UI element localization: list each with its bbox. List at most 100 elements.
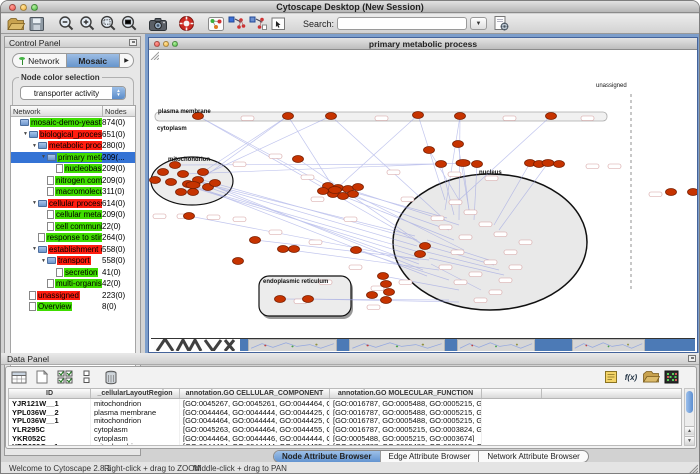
table-cell[interactable]: [GO:0016787, GO:0005488, GO:0005215, G..… bbox=[330, 416, 482, 425]
table-row[interactable]: YPL036W__2plasma membrane[GO:0044464, GO… bbox=[9, 408, 681, 417]
table-cell[interactable]: [GO:0016787, GO:0005215, GO:0003824, G..… bbox=[330, 425, 482, 434]
network-canvas[interactable]: plasma membranecytoplasmmitochondrionnuc… bbox=[149, 50, 697, 351]
tab-network-attribute-browser[interactable]: Network Attribute Browser bbox=[479, 451, 587, 462]
delete-attribute-icon[interactable] bbox=[102, 369, 120, 385]
tree-row[interactable]: response to stimulu264(0) bbox=[11, 232, 135, 244]
column-header[interactable]: ID bbox=[9, 389, 91, 398]
window-resize-grip[interactable] bbox=[687, 463, 698, 474]
tab-mosaic[interactable]: Mosaic bbox=[67, 54, 121, 67]
table-cell[interactable]: mitochondrion bbox=[91, 399, 180, 408]
table-scrollbar-thumb[interactable] bbox=[686, 391, 693, 413]
table-row[interactable]: YJR121W__1mitochondrion[GO:0045267, GO:0… bbox=[9, 399, 681, 408]
search-options-icon[interactable] bbox=[490, 15, 511, 33]
tree-row[interactable]: cellular metabo209(0) bbox=[11, 209, 135, 221]
tab-network[interactable]: Network bbox=[13, 54, 67, 67]
save-session-icon[interactable] bbox=[26, 15, 47, 33]
column-header[interactable]: annotation.GO CELLULAR_COMPONENT bbox=[180, 389, 330, 398]
view-resize-grip[interactable] bbox=[149, 50, 159, 60]
tree-row[interactable]: nucleobase-209(0) bbox=[11, 163, 135, 175]
search-input[interactable] bbox=[337, 17, 467, 30]
table-cell[interactable]: [GO:0045267, GO:0045261, GO:0044464, G..… bbox=[180, 399, 330, 408]
tree-row[interactable]: cell communicat22(0) bbox=[11, 221, 135, 233]
attribute-matrix-icon[interactable] bbox=[662, 369, 680, 385]
table-cell[interactable]: cytoplasm bbox=[91, 425, 180, 434]
table-cell[interactable]: [GO:0045263, GO:0044464, GO:0044455, G..… bbox=[180, 425, 330, 434]
zoom-out-icon[interactable] bbox=[55, 15, 76, 33]
tree-row[interactable]: unassigned223(0) bbox=[11, 290, 135, 302]
help-ring-icon[interactable] bbox=[176, 15, 197, 33]
table-cell[interactable]: YPL036W__2 bbox=[9, 408, 91, 417]
tree-row[interactable]: nitrogen compo209(0) bbox=[11, 175, 135, 187]
expander-icon[interactable]: ▼ bbox=[31, 246, 38, 252]
tree-row[interactable]: ▼cellular process614(0) bbox=[11, 198, 135, 210]
duplicate-network-icon[interactable] bbox=[247, 15, 268, 33]
tree-row[interactable]: ▼primary metabo209(... bbox=[11, 152, 135, 164]
table-cell[interactable]: [GO:0016787, GO:0005488, GO:0005215, G..… bbox=[330, 442, 482, 446]
tab-node-attribute-browser[interactable]: Node Attribute Browser bbox=[274, 451, 381, 462]
tree-row[interactable]: ▼establishment of lo558(0) bbox=[11, 244, 135, 256]
table-cell[interactable]: [GO:0016787, GO:0005488, GO:0005215, G..… bbox=[330, 399, 482, 408]
zoom-fit-icon[interactable] bbox=[118, 15, 139, 33]
tree-header[interactable]: Network Nodes bbox=[11, 106, 135, 117]
zoom-selected-region-icon[interactable] bbox=[97, 15, 118, 33]
table-cell[interactable]: [GO:0005488, GO:0005215, GO:0003674] bbox=[330, 434, 482, 443]
tree-row[interactable]: Overview8(0) bbox=[11, 301, 135, 313]
expander-icon[interactable]: ▼ bbox=[31, 200, 38, 206]
scroll-down-button[interactable]: ▼ bbox=[685, 436, 694, 445]
attribute-table-header[interactable]: ID_cellularLayoutRegionannotation.GO CEL… bbox=[9, 389, 681, 399]
tab-overflow-button[interactable]: ▶ bbox=[120, 54, 133, 67]
unselect-attributes-icon[interactable] bbox=[79, 369, 97, 385]
table-row[interactable]: YLR295Ccytoplasm[GO:0045263, GO:0044464,… bbox=[9, 425, 681, 434]
table-row[interactable]: YDR039C__1mitochondrion[GO:0044464, GO:0… bbox=[9, 442, 681, 446]
node-color-dropdown[interactable]: transporter activity ▲▼ bbox=[20, 86, 126, 100]
tree-row[interactable]: ▼biological_process651(0) bbox=[11, 129, 135, 141]
scroll-up-button[interactable]: ▲ bbox=[685, 426, 694, 435]
table-cell[interactable]: [GO:0044464, GO:0044444, GO:0044425, G..… bbox=[180, 416, 330, 425]
expander-icon[interactable]: ▼ bbox=[31, 143, 38, 149]
table-cell[interactable]: [GO:0044464, GO:0044444, GO:0044425, G..… bbox=[180, 408, 330, 417]
tree-row[interactable]: ▼metabolic process280(0) bbox=[11, 140, 135, 152]
tab-edge-attribute-browser[interactable]: Edge Attribute Browser bbox=[381, 451, 480, 462]
select-all-attributes-icon[interactable] bbox=[56, 369, 74, 385]
expander-icon[interactable]: ▼ bbox=[22, 131, 29, 137]
snapshot-camera-icon[interactable] bbox=[147, 15, 168, 33]
tree-row[interactable]: macromolecule311(0) bbox=[11, 186, 135, 198]
import-attributes-icon[interactable] bbox=[642, 369, 660, 385]
open-file-icon[interactable] bbox=[5, 15, 26, 33]
tree-row[interactable]: mosaic-demo-yeast874(0) bbox=[11, 117, 135, 129]
network-window-titlebar[interactable]: primary metabolic process bbox=[149, 38, 697, 50]
attribute-notes-icon[interactable] bbox=[602, 369, 620, 385]
column-header[interactable]: _cellularLayoutRegion bbox=[91, 389, 180, 398]
expander-icon[interactable]: ▼ bbox=[40, 154, 47, 160]
table-cell[interactable]: cytoplasm bbox=[91, 434, 180, 443]
tree-row[interactable]: ▼transport558(0) bbox=[11, 255, 135, 267]
table-cell[interactable]: [GO:0044464, GO:0044444, GO:0044425, G..… bbox=[180, 442, 330, 446]
attribute-table-icon[interactable] bbox=[10, 369, 28, 385]
float-panel-icon[interactable] bbox=[129, 39, 137, 46]
create-network-icon[interactable] bbox=[205, 15, 226, 33]
table-cell[interactable]: YDR039C__1 bbox=[9, 442, 91, 446]
tree-row[interactable]: secretion41(0) bbox=[11, 267, 135, 279]
table-cell[interactable]: [GO:0044464, GO:0044446, GO:0044444, G..… bbox=[180, 434, 330, 443]
expander-icon[interactable]: ▼ bbox=[40, 258, 47, 264]
function-builder-icon[interactable]: f(x) bbox=[622, 369, 640, 385]
table-cell[interactable]: plasma membrane bbox=[91, 408, 180, 417]
window-titlebar[interactable]: Cytoscape Desktop (New Session) bbox=[1, 1, 699, 13]
table-cell[interactable]: mitochondrion bbox=[91, 442, 180, 446]
search-dropdown-button[interactable]: ▼ bbox=[470, 17, 487, 30]
table-cell[interactable]: YJR121W__1 bbox=[9, 399, 91, 408]
float-data-panel-icon[interactable] bbox=[688, 355, 696, 362]
new-attribute-icon[interactable] bbox=[33, 369, 51, 385]
annotation-icon[interactable] bbox=[268, 15, 289, 33]
table-cell[interactable]: YLR295C bbox=[9, 425, 91, 434]
table-cell[interactable]: YPL036W__1 bbox=[9, 416, 91, 425]
tree-header-nodes[interactable]: Nodes bbox=[103, 106, 135, 116]
table-cell[interactable]: mitochondrion bbox=[91, 416, 180, 425]
zoom-in-icon[interactable] bbox=[76, 15, 97, 33]
network-graph[interactable] bbox=[149, 50, 697, 351]
network-from-selection-icon[interactable] bbox=[226, 15, 247, 33]
table-row[interactable]: YKR052Ccytoplasm[GO:0044464, GO:0044446,… bbox=[9, 434, 681, 443]
column-header[interactable] bbox=[482, 389, 542, 398]
tree-row[interactable]: multi-organism pro42(0) bbox=[11, 278, 135, 290]
table-row[interactable]: YPL036W__1mitochondrion[GO:0044464, GO:0… bbox=[9, 416, 681, 425]
